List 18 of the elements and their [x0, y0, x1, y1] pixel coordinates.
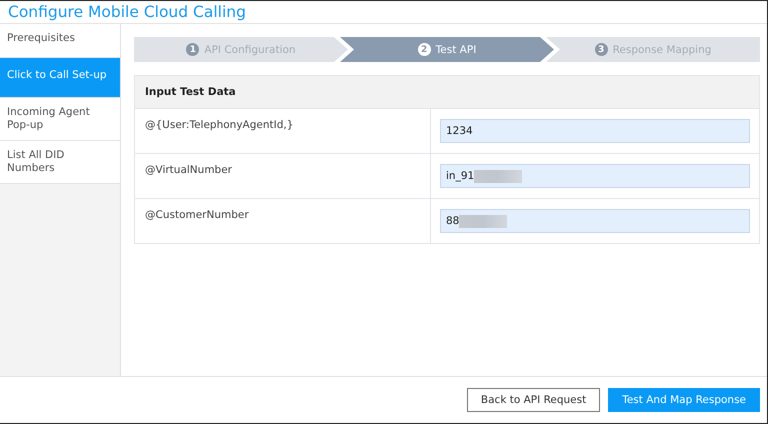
back-button[interactable]: Back to API Request: [466, 388, 600, 412]
sidebar-item[interactable]: List All DID Numbers: [0, 141, 120, 184]
step-number: 2: [418, 43, 431, 56]
step-label: Response Mapping: [612, 44, 712, 56]
parameter-name: @VirtualNumber: [145, 164, 232, 176]
input-field[interactable]: in_91: [440, 164, 750, 188]
parameter-name: @{User:TelephonyAgentId,}: [145, 119, 294, 131]
step-label: API Configuration: [204, 44, 296, 56]
sidebar-item[interactable]: Incoming Agent Pop-up: [0, 98, 120, 141]
table-title: Input Test Data: [145, 86, 236, 98]
step-number: 3: [594, 43, 608, 56]
sidebar-item[interactable]: Prerequisites: [0, 24, 120, 58]
input-field[interactable]: 88: [440, 209, 750, 233]
step-label: Test API: [436, 44, 476, 56]
parameter-name: @CustomerNumber: [145, 209, 249, 221]
step-number: 1: [186, 43, 200, 56]
input-field[interactable]: 1234: [440, 119, 750, 143]
window-title: Configure Mobile Cloud Calling: [8, 3, 246, 21]
